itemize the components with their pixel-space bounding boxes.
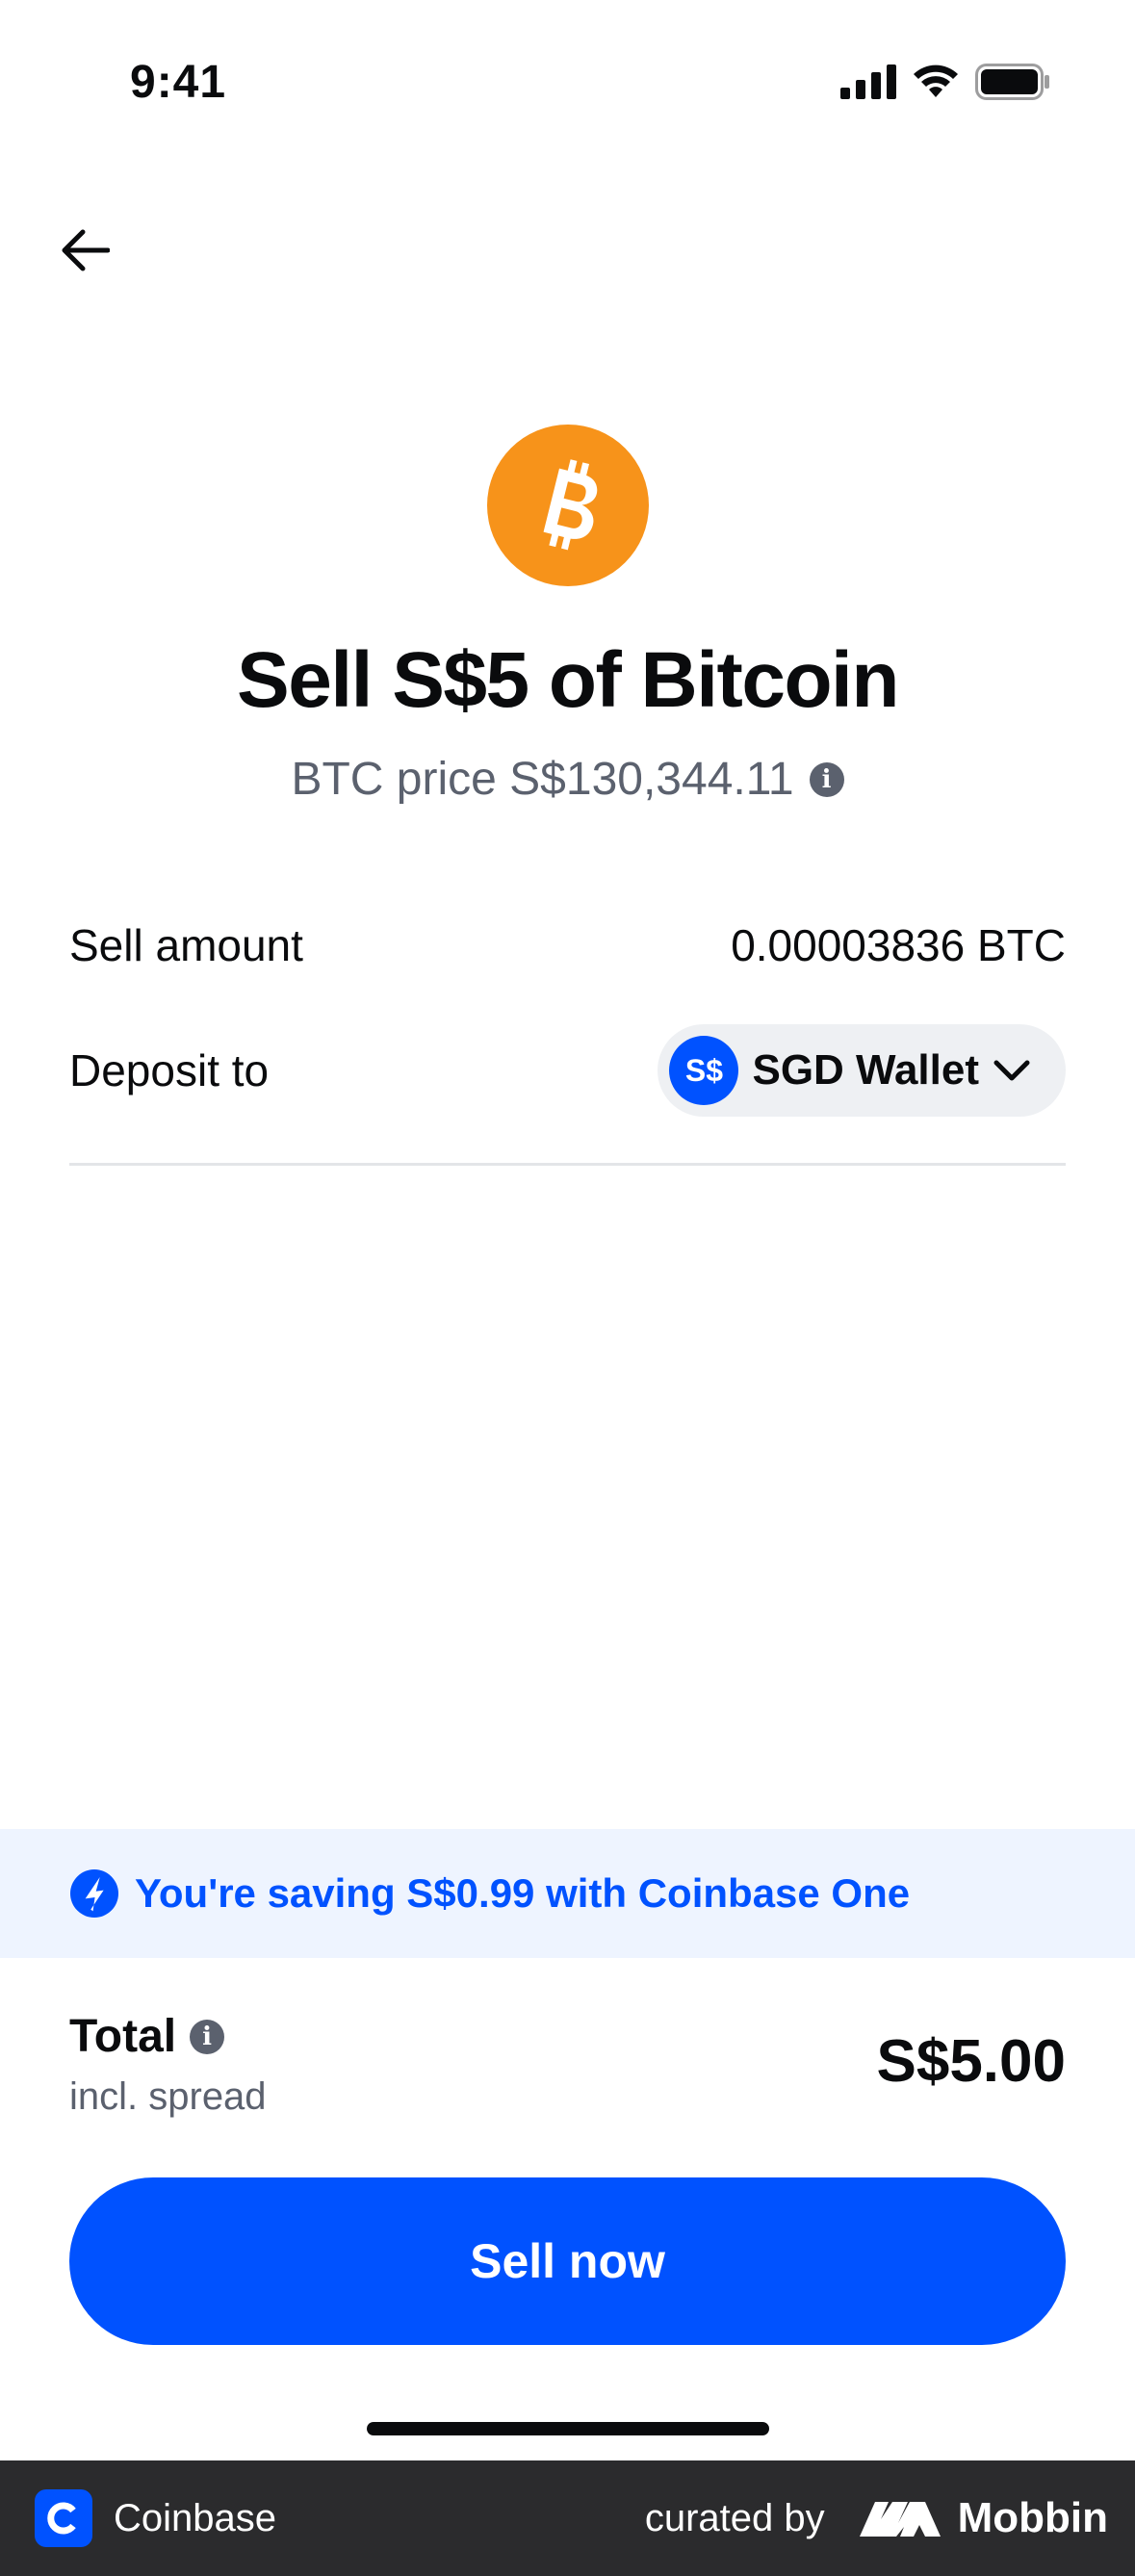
status-icons	[840, 64, 1050, 100]
info-icon[interactable]: i	[809, 761, 844, 797]
btc-price-text: BTC price S$130,344.11	[291, 754, 794, 805]
btc-price: BTC price S$130,344.11 i	[0, 753, 1135, 806]
home-indicator	[367, 2422, 769, 2435]
deposit-row: Deposit to S$ SGD Wallet	[69, 1024, 1066, 1117]
total-value: S$5.00	[876, 2028, 1066, 2095]
deposit-label: Deposit to	[69, 1045, 270, 1095]
chevron-down-icon	[993, 1060, 1030, 1081]
battery-icon	[975, 64, 1049, 100]
back-button[interactable]	[50, 219, 119, 281]
total-sublabel: incl. spread	[69, 2075, 267, 2118]
arrow-left-icon	[62, 229, 110, 271]
footer-bar: Coinbase curated by Mobbin	[0, 2460, 1135, 2576]
footer-app: Coinbase	[35, 2489, 276, 2547]
promo-text: You're saving S$0.99 with Coinbase One	[135, 1870, 911, 1916]
sell-amount-row: Sell amount 0.00003836 BTC	[69, 914, 1066, 976]
coinbase-one-icon	[70, 1869, 118, 1918]
mobbin-name: Mobbin	[957, 2494, 1108, 2541]
wallet-selector[interactable]: S$ SGD Wallet	[658, 1024, 1066, 1117]
coinbase-logo-icon	[35, 2489, 92, 2547]
sell-amount-label: Sell amount	[69, 920, 303, 970]
divider	[69, 1163, 1066, 1166]
mobbin-logo-icon	[859, 2502, 941, 2537]
coinbase-one-banner[interactable]: You're saving S$0.99 with Coinbase One	[0, 1829, 1135, 1958]
bitcoin-logo	[487, 425, 649, 586]
footer-credit: curated by Mobbin	[645, 2494, 1108, 2542]
status-time: 9:41	[130, 57, 227, 108]
sell-now-button[interactable]: Sell now	[69, 2177, 1066, 2345]
wallet-name: SGD Wallet	[752, 1046, 979, 1094]
sell-amount-value: 0.00003836 BTC	[731, 920, 1066, 970]
bitcoin-icon	[543, 459, 598, 551]
wifi-icon	[914, 64, 958, 97]
total-label-group: Total i	[69, 2010, 225, 2063]
mobbin-brand: Mobbin	[859, 2494, 1108, 2542]
footer-app-name: Coinbase	[114, 2496, 277, 2539]
signal-icon	[840, 64, 896, 99]
page-title: Sell S$5 of Bitcoin	[237, 636, 899, 724]
wallet-badge: S$	[669, 1036, 739, 1105]
status-bar: 9:41	[0, 0, 1135, 164]
total-info-icon[interactable]: i	[190, 2019, 225, 2054]
total-label: Total	[69, 2011, 177, 2062]
curated-by-text: curated by	[644, 2496, 825, 2539]
